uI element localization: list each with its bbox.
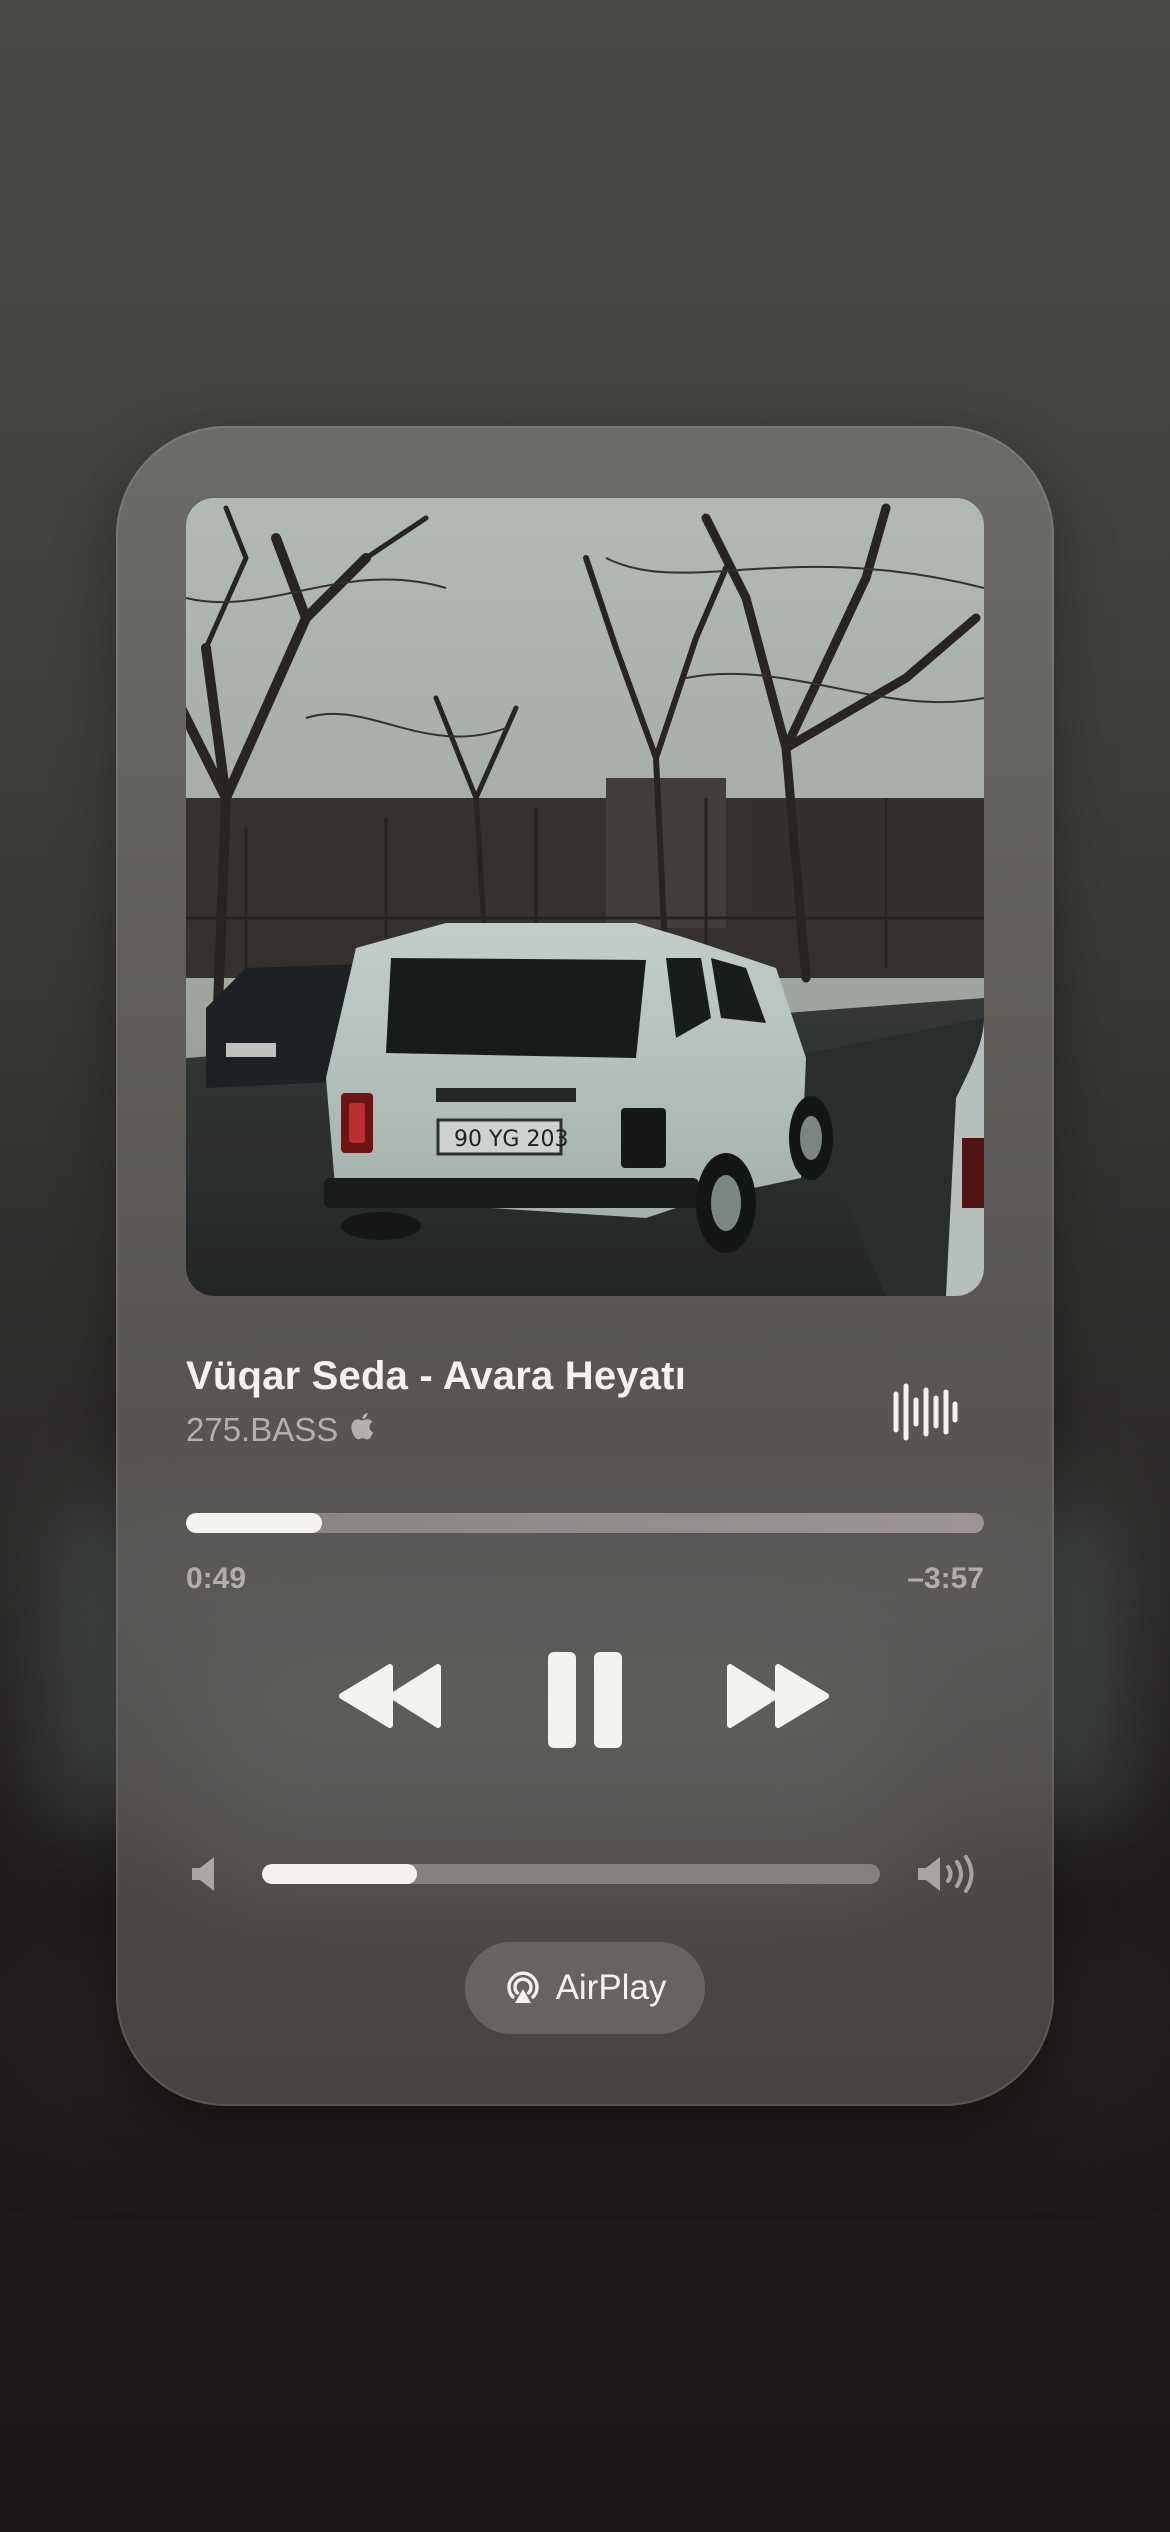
pause-button[interactable] [546, 1650, 624, 1750]
album-artwork: 90 YG 203 [186, 498, 984, 1296]
airplay-button[interactable]: AirPlay [465, 1942, 705, 2034]
track-title: Vüqar Seda - Avara Heyatı [186, 1354, 687, 1398]
artist-name[interactable]: 275.BASS [186, 1411, 338, 1449]
speaker-low-icon [190, 1854, 220, 1894]
airplay-label: AirPlay [555, 1968, 667, 2007]
volume-level-fill [262, 1864, 417, 1884]
volume-slider[interactable] [262, 1864, 880, 1884]
fast-forward-button[interactable] [724, 1663, 830, 1729]
artist-row[interactable]: 275.BASS [186, 1411, 374, 1449]
fast-forward-icon [727, 1664, 829, 1728]
now-playing-card: 90 YG 203 Vüqar Seda - Avara Heyatı 275.… [116, 426, 1054, 2106]
rewind-icon [339, 1664, 441, 1728]
rewind-button[interactable] [338, 1663, 444, 1729]
playback-progress-fill [186, 1513, 322, 1533]
airplay-icon [506, 1971, 539, 2003]
apple-icon [348, 1411, 374, 1449]
pause-icon [548, 1652, 622, 1748]
speaker-high-icon [916, 1854, 980, 1894]
playback-scrubber[interactable] [186, 1513, 984, 1533]
elapsed-time: 0:49 [186, 1562, 247, 1595]
waveform-icon [892, 1382, 958, 1442]
album-artwork-image: 90 YG 203 [186, 498, 984, 1296]
remaining-time: –3:57 [907, 1562, 984, 1595]
